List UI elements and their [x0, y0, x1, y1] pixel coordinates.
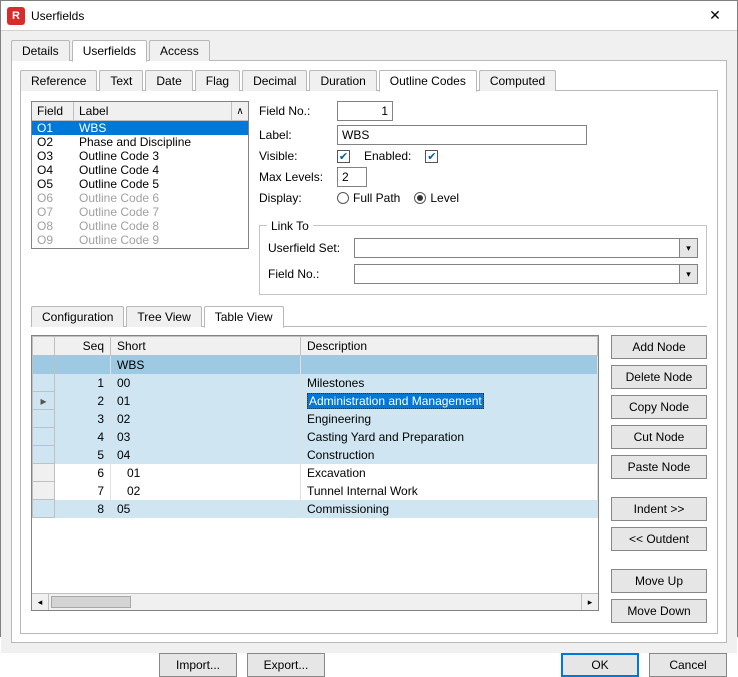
scroll-right-icon[interactable]: ▸	[581, 594, 598, 610]
app-icon: R	[7, 7, 25, 25]
chevron-down-icon[interactable]: ▾	[679, 265, 697, 283]
visible-checkbox[interactable]: ✔	[337, 150, 350, 163]
cut-node-button[interactable]: Cut Node	[611, 425, 707, 449]
visible-label: Visible:	[259, 149, 331, 163]
tab-low-configuration[interactable]: Configuration	[31, 306, 124, 327]
chevron-down-icon[interactable]: ▾	[679, 239, 697, 257]
fullpath-radio-label: Full Path	[353, 191, 400, 205]
outline-item-o2[interactable]: O2Phase and Discipline	[32, 135, 248, 149]
tab-mid-decimal[interactable]: Decimal	[242, 70, 307, 91]
label-label: Label:	[259, 128, 331, 142]
add-node-button[interactable]: Add Node	[611, 335, 707, 359]
outline-header-field[interactable]: Field	[32, 102, 74, 120]
grid-corner[interactable]	[33, 337, 55, 356]
titlebar: R Userfields ✕	[1, 1, 737, 31]
tab-low-tree-view[interactable]: Tree View	[126, 306, 201, 327]
scroll-thumb[interactable]	[51, 596, 131, 608]
userfieldset-combo[interactable]: ▾	[354, 238, 698, 258]
copy-node-button[interactable]: Copy Node	[611, 395, 707, 419]
fieldno-label: Field No.:	[259, 104, 331, 118]
table-row[interactable]: 7 02Tunnel Internal Work	[33, 482, 598, 500]
outline-item-o4[interactable]: O4Outline Code 4	[32, 163, 248, 177]
level-radio-label: Level	[430, 191, 459, 205]
ok-button[interactable]: OK	[561, 653, 639, 677]
outline-item-o6: O6Outline Code 6	[32, 191, 248, 205]
export-button[interactable]: Export...	[247, 653, 325, 677]
outline-item-o3[interactable]: O3Outline Code 3	[32, 149, 248, 163]
table-row[interactable]: 302Engineering	[33, 410, 598, 428]
outline-form: Field No.: Label: Visible: ✔ Enabled: ✔ …	[259, 101, 707, 295]
link-fieldno-combo[interactable]: ▾	[354, 264, 698, 284]
chevron-up-icon[interactable]: ∧	[232, 102, 248, 120]
tab-top-details[interactable]: Details	[11, 40, 70, 61]
outline-item-o5[interactable]: O5Outline Code 5	[32, 177, 248, 191]
table-row[interactable]: 504Construction	[33, 446, 598, 464]
maxlevels-label: Max Levels:	[259, 170, 331, 184]
col-seq-header[interactable]: Seq	[55, 337, 111, 356]
maxlevels-input[interactable]	[337, 167, 367, 187]
display-fullpath-radio[interactable]: Full Path	[337, 191, 400, 205]
tab-low-table-view[interactable]: Table View	[204, 306, 284, 328]
table-group-row[interactable]: WBS	[33, 356, 598, 374]
col-short-header[interactable]: Short	[111, 337, 301, 356]
table-row[interactable]: 100Milestones	[33, 374, 598, 392]
tab-mid-duration[interactable]: Duration	[309, 70, 376, 91]
scroll-left-icon[interactable]: ◂	[32, 594, 49, 610]
col-desc-header[interactable]: Description	[301, 337, 598, 356]
display-label: Display:	[259, 191, 331, 205]
tabs-top: DetailsUserfieldsAccess	[11, 39, 727, 61]
table-row[interactable]: 403Casting Yard and Preparation	[33, 428, 598, 446]
move-up-button[interactable]: Move Up	[611, 569, 707, 593]
tabs-mid: ReferenceTextDateFlagDecimalDurationOutl…	[20, 69, 718, 91]
outline-item-o9: O9Outline Code 9	[32, 233, 248, 247]
display-level-radio[interactable]: Level	[414, 191, 459, 205]
window-title: Userfields	[31, 9, 693, 23]
tab-mid-computed[interactable]: Computed	[479, 70, 556, 91]
table-view-grid[interactable]: Seq Short Description WBS100Milestones▸2…	[31, 335, 599, 611]
tab-mid-flag[interactable]: Flag	[195, 70, 240, 91]
table-row[interactable]: 6 01Excavation	[33, 464, 598, 482]
tabs-low: ConfigurationTree ViewTable View	[31, 305, 707, 327]
table-row[interactable]: ▸201Administration and Management	[33, 392, 598, 410]
tab-mid-date[interactable]: Date	[145, 70, 192, 91]
horizontal-scrollbar[interactable]: ◂ ▸	[32, 593, 598, 610]
cancel-button[interactable]: Cancel	[649, 653, 727, 677]
fieldno-input[interactable]	[337, 101, 393, 121]
outline-item-o7: O7Outline Code 7	[32, 205, 248, 219]
outline-header-label[interactable]: Label	[74, 102, 232, 120]
link-fieldno-label: Field No.:	[268, 267, 348, 281]
outline-item-o1[interactable]: O1WBS	[32, 121, 248, 135]
outline-item-o8: O8Outline Code 8	[32, 219, 248, 233]
tab-mid-outline-codes[interactable]: Outline Codes	[379, 70, 477, 92]
indent-button[interactable]: Indent >>	[611, 497, 707, 521]
userfieldset-label: Userfield Set:	[268, 241, 348, 255]
close-icon[interactable]: ✕	[693, 1, 737, 31]
outline-listbox[interactable]: Field Label ∧ O1WBSO2Phase and Disciplin…	[31, 101, 249, 249]
paste-node-button[interactable]: Paste Node	[611, 455, 707, 479]
linkto-group-title: Link To	[267, 219, 313, 233]
enabled-label: Enabled:	[364, 149, 411, 163]
tab-mid-reference[interactable]: Reference	[20, 70, 97, 91]
tab-top-userfields[interactable]: Userfields	[72, 40, 147, 62]
move-down-button[interactable]: Move Down	[611, 599, 707, 623]
outdent-button[interactable]: << Outdent	[611, 527, 707, 551]
label-input[interactable]	[337, 125, 587, 145]
delete-node-button[interactable]: Delete Node	[611, 365, 707, 389]
import-button[interactable]: Import...	[159, 653, 237, 677]
tab-top-access[interactable]: Access	[149, 40, 210, 61]
table-row[interactable]: 805Commissioning	[33, 500, 598, 518]
tab-mid-text[interactable]: Text	[99, 70, 143, 91]
enabled-checkbox[interactable]: ✔	[425, 150, 438, 163]
